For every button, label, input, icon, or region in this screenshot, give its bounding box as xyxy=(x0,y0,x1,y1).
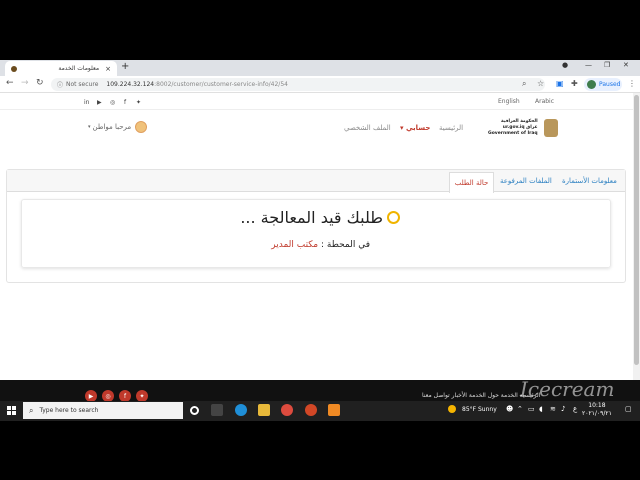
tab-application-info[interactable]: معلومات الأستمارة xyxy=(562,177,617,185)
station-line: في المحطة : مكتب المدير xyxy=(260,240,370,250)
puzzle-icon[interactable]: ✚ xyxy=(571,79,578,88)
status-text: طلبك قيد المعالجة ... xyxy=(240,208,383,227)
search-icon[interactable]: ⌕ xyxy=(522,79,526,89)
url-host: 109.224.32.124 xyxy=(106,81,155,88)
task-view-icon[interactable] xyxy=(190,406,199,415)
minimize-icon[interactable]: — xyxy=(585,61,592,69)
letterbox-bottom xyxy=(0,421,640,480)
lang-arabic[interactable]: Arabic xyxy=(535,98,554,105)
emblem-icon xyxy=(543,119,558,137)
taskbar-search[interactable]: ⌕ Type here to search xyxy=(23,402,183,419)
avatar xyxy=(587,80,596,89)
edge-icon[interactable] xyxy=(235,404,247,416)
scrollbar[interactable] xyxy=(633,93,640,380)
sun-icon xyxy=(448,405,456,413)
twitter-icon[interactable]: ✦ xyxy=(136,99,141,106)
tab-request-status[interactable]: حالة الطلب xyxy=(449,172,494,193)
header-divider xyxy=(0,109,633,110)
recorder-icon[interactable] xyxy=(328,404,340,416)
record-icon: ● xyxy=(562,61,569,69)
user-avatar xyxy=(135,121,148,133)
profile-status: Paused xyxy=(599,81,621,88)
browser-tab[interactable]: معلومات الخدمة × xyxy=(5,61,117,76)
user-greeting: مرحبا مواطن xyxy=(92,123,132,131)
widgets-icon[interactable] xyxy=(211,404,223,416)
linkedin-icon[interactable]: in xyxy=(84,99,89,106)
youtube-icon[interactable]: ▶ xyxy=(97,99,102,106)
weather-widget[interactable]: 85°F Sunny xyxy=(448,405,497,413)
back-icon[interactable]: ← xyxy=(6,78,14,88)
search-icon: ⌕ xyxy=(29,405,34,415)
notification-icon[interactable]: ▢ xyxy=(625,405,632,413)
watermark-text: Icecream xyxy=(520,377,615,401)
user-menu[interactable]: ▾ مرحبا مواطن xyxy=(88,121,148,133)
favicon-icon xyxy=(11,65,17,72)
station-label: في المحطة : xyxy=(318,240,370,250)
info-icon: ⓘ xyxy=(57,82,64,89)
logo-text: الحكومة العراقية ur.gov.iq عراق Governme… xyxy=(488,119,538,137)
lang-english[interactable]: English xyxy=(498,98,520,105)
system-clock[interactable]: 10:18 ٢٠٢١/٠٩/٢١ xyxy=(582,402,612,418)
chevron-down-icon: ▾ xyxy=(88,124,91,130)
url-path: :8002/customer/customer-service-info/42/… xyxy=(154,81,288,88)
reload-icon[interactable]: ↻ xyxy=(36,78,44,88)
language-indicator[interactable]: ع xyxy=(573,405,577,413)
restore-icon[interactable]: ❐ xyxy=(604,61,610,69)
nav-account[interactable]: ▾ حسابي xyxy=(400,124,430,132)
instagram-icon[interactable]: ◎ xyxy=(110,99,115,106)
security-label: Not secure xyxy=(66,81,99,88)
close-window-icon[interactable]: ✕ xyxy=(623,61,629,69)
weather-text: 85°F Sunny xyxy=(462,405,497,413)
address-bar[interactable]: ⓘ Not secure 109.224.32.124 :8002/custom… xyxy=(51,78,545,91)
powerpoint-icon[interactable] xyxy=(305,404,317,416)
nav-profile[interactable]: الملف الشخصي xyxy=(344,124,391,132)
new-tab-button[interactable]: + xyxy=(121,61,129,72)
nav-home[interactable]: الرئيسية xyxy=(439,124,463,132)
file-explorer-icon[interactable] xyxy=(258,404,270,416)
chrome-icon[interactable] xyxy=(281,404,293,416)
gov-logo[interactable]: الحكومة العراقية ur.gov.iq عراق Governme… xyxy=(488,117,558,139)
scrollbar-thumb[interactable] xyxy=(634,95,639,365)
tab-title: معلومات الخدمة xyxy=(58,65,100,72)
profile-button[interactable]: Paused xyxy=(584,78,622,91)
bookmark-star-icon[interactable]: ☆ xyxy=(537,79,544,88)
search-placeholder: Type here to search xyxy=(39,407,99,414)
logo-line: Government of Iraq xyxy=(488,131,538,136)
station-value: مكتب المدير xyxy=(271,240,319,250)
windows-start-icon[interactable] xyxy=(7,406,16,415)
forward-icon[interactable]: → xyxy=(21,78,29,88)
wifi-icon[interactable]: ≋ xyxy=(550,405,556,413)
menu-dots-icon[interactable]: ⋮ xyxy=(628,79,636,88)
clock-icon xyxy=(387,211,400,224)
speaker-icon[interactable]: ♪ xyxy=(561,405,565,413)
up-arrow-icon[interactable]: ⌃ xyxy=(517,405,523,413)
tab-uploaded-files[interactable]: الملفات المرفوعة xyxy=(500,177,552,185)
clock-date: ٢٠٢١/٠٩/٢١ xyxy=(582,410,612,417)
close-tab-icon[interactable]: × xyxy=(105,65,111,73)
clock-time: 10:18 xyxy=(588,402,606,409)
extension-icon[interactable]: ▣ xyxy=(556,79,564,88)
nav-account-label: حسابي xyxy=(405,124,431,132)
person-icon[interactable]: ☻ xyxy=(506,405,513,413)
facebook-icon[interactable]: f xyxy=(124,99,126,106)
volume-icon[interactable]: ◖ xyxy=(539,405,543,413)
screen: معلومات الخدمة × + ● — ❐ ✕ ← → ↻ ⓘ Not s… xyxy=(0,0,640,480)
network-icon[interactable]: ▭ xyxy=(528,405,535,413)
letterbox-top xyxy=(0,0,640,60)
status-title: طلبك قيد المعالجة ... xyxy=(230,208,400,227)
